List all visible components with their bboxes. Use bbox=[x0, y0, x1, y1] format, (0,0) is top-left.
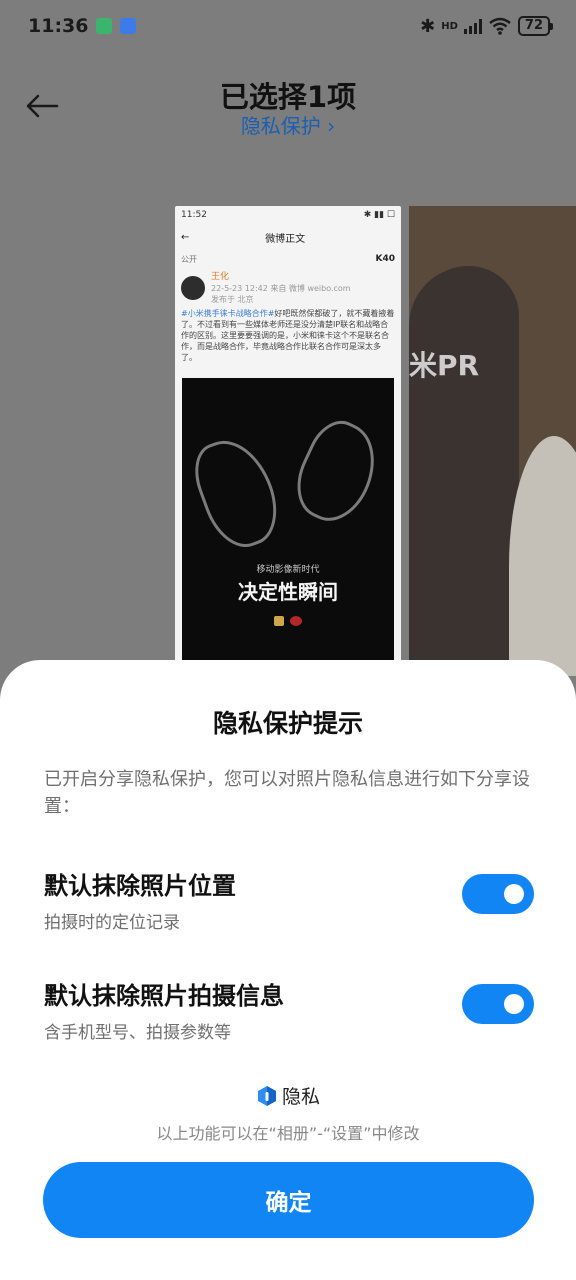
preview-body: #小米携手徕卡战略合作#好吧既然保都破了，就不藏着掖着了。不过看到有一些媒体老师… bbox=[175, 308, 401, 374]
preview-image-title: 决定性瞬间 bbox=[238, 580, 338, 604]
confirm-button[interactable]: 确定 bbox=[43, 1162, 534, 1238]
privacy-protection-link[interactable]: 隐私保护 › bbox=[0, 110, 576, 139]
hand-illustration bbox=[185, 429, 289, 557]
preview-time: 11:52 bbox=[181, 210, 207, 220]
wifi-icon bbox=[489, 17, 511, 35]
preview-image-subtitle: 移动影像新时代 bbox=[256, 565, 320, 575]
status-time: 11:36 bbox=[28, 15, 89, 37]
privacy-brand-label: 隐私 bbox=[281, 1086, 320, 1108]
status-indicators: ✱ HD 72 bbox=[420, 15, 554, 37]
toggle-knob bbox=[504, 994, 524, 1014]
toggle-knob bbox=[504, 884, 524, 904]
option-title: 默认抹除照片拍摄信息 bbox=[44, 982, 284, 1010]
preview-user-meta: 22-5-23 12:42 来自 微博 weibo.com bbox=[211, 283, 351, 293]
preview-back-icon: ← bbox=[181, 231, 190, 243]
privacy-sheet: 隐私保护提示 已开启分享隐私保护，您可以对照片隐私信息进行如下分享设置： 默认抹… bbox=[0, 660, 576, 1280]
preview-status-bar: 11:52 ✱ ▮▮ ☐ bbox=[175, 206, 401, 224]
privacy-shield-icon bbox=[257, 1085, 276, 1106]
preview-image: 移动影像新时代 决定性瞬间 bbox=[182, 378, 394, 660]
preview-meta-row: 公开 K40 bbox=[175, 250, 401, 268]
preview-user-location: 发布于 北京 bbox=[211, 294, 254, 304]
preview-public-label: 公开 bbox=[181, 254, 197, 264]
photo-figure bbox=[409, 266, 519, 676]
app-notification-icon bbox=[120, 18, 137, 34]
preview-user-name: 王化 bbox=[211, 271, 230, 282]
battery-indicator: 72 bbox=[517, 16, 554, 36]
settings-hint: 以上功能可以在“相册”-“设置”中修改 bbox=[156, 1124, 420, 1143]
sheet-description: 已开启分享隐私保护，您可以对照片隐私信息进行如下分享设置： bbox=[44, 769, 530, 817]
status-bar: 11:36 ✱ HD 72 bbox=[0, 0, 576, 52]
remove-shooting-info-toggle[interactable] bbox=[462, 984, 534, 1024]
sheet-title: 隐私保护提示 bbox=[212, 709, 363, 738]
option-subtitle: 拍摄时的定位记录 bbox=[44, 913, 180, 933]
signal-icon bbox=[463, 18, 482, 34]
option-title: 默认抹除照片位置 bbox=[44, 872, 236, 900]
preview-k40-label: K40 bbox=[375, 254, 396, 264]
option-subtitle: 含手机型号、拍摄参数等 bbox=[44, 1023, 231, 1043]
logo-icon bbox=[290, 616, 302, 626]
app-notification-icon bbox=[96, 18, 113, 34]
logo-icon bbox=[274, 616, 284, 626]
privacy-brand: 隐私 bbox=[0, 1082, 576, 1109]
remove-location-toggle[interactable] bbox=[462, 874, 534, 914]
preview-nav-title: 微博正文 bbox=[265, 233, 306, 245]
avatar bbox=[181, 276, 205, 300]
photo-overlay-text: 米PR bbox=[409, 349, 480, 382]
option-remove-shooting-info: 默认抹除照片拍摄信息 含手机型号、拍摄参数等 bbox=[44, 976, 538, 1046]
hand-illustration bbox=[284, 411, 390, 533]
preview-body-tag: #小米携手徕卡战略合作# bbox=[181, 309, 275, 318]
option-remove-location: 默认抹除照片位置 拍摄时的定位记录 bbox=[44, 866, 538, 936]
photo-figure bbox=[509, 436, 576, 676]
network-label: HD bbox=[441, 20, 458, 32]
preview-nav: ← 微博正文 bbox=[175, 224, 401, 250]
bluetooth-icon: ✱ bbox=[420, 15, 436, 37]
preview-user: 王化 22-5-23 12:42 来自 微博 weibo.com 发布于 北京 bbox=[175, 268, 401, 308]
preview-status-icons: ✱ ▮▮ ☐ bbox=[363, 210, 395, 220]
next-photo-preview[interactable]: 米PR bbox=[409, 206, 576, 676]
